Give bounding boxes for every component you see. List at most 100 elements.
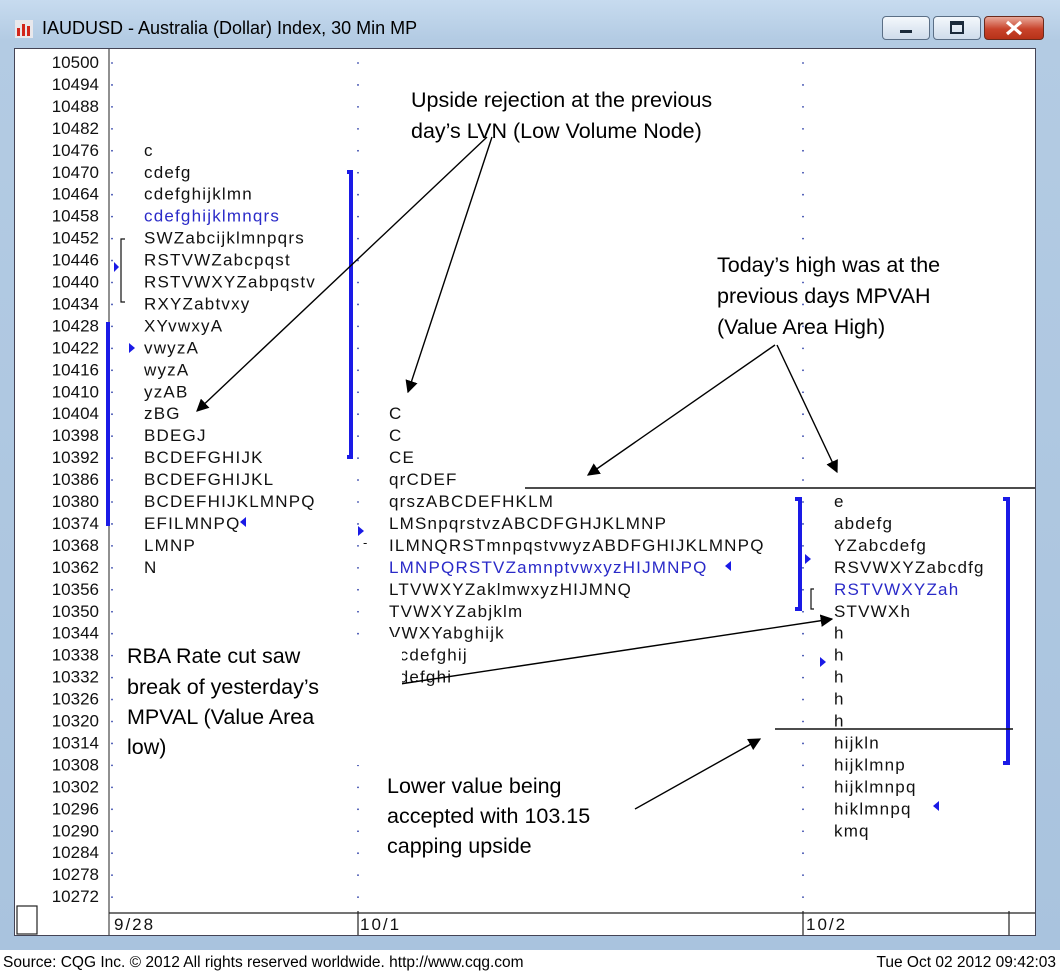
close-icon	[1005, 20, 1023, 36]
price-label: 10494	[52, 75, 99, 94]
tpo-row: LMSnpqrstvzABCDFGHJKLMNP	[389, 514, 667, 533]
price-label: 10374	[52, 514, 99, 533]
tpo-row: h	[834, 712, 845, 731]
price-label: 10404	[52, 404, 99, 423]
price-label: 10482	[52, 119, 99, 138]
axis-corner-box	[16, 905, 38, 935]
svg-text:Lower value being: Lower value being	[387, 774, 562, 798]
minimize-icon	[900, 30, 912, 33]
tpo-row: BCDEFHIJKLMNPQ	[144, 492, 316, 511]
svg-text:MPVAL (Value Area: MPVAL (Value Area	[127, 705, 314, 729]
tpo-row: h	[834, 690, 845, 709]
window-title: IAUDUSD - Australia (Dollar) Index, 30 M…	[42, 18, 418, 38]
price-label: 10392	[52, 448, 99, 467]
tpo-row: qrszABCDEFHKLM	[389, 492, 554, 511]
price-label: 10434	[52, 294, 99, 313]
tpo-row: yzAB	[144, 382, 188, 401]
price-label: 10272	[52, 887, 99, 906]
price-label: 10500	[52, 53, 99, 72]
tpo-row: h	[834, 646, 845, 665]
tpo-row: qrCDEF	[389, 470, 458, 489]
tpo-row: vwyzA	[144, 338, 199, 357]
price-label: 10290	[52, 821, 99, 840]
price-label: 10332	[52, 668, 99, 687]
annotation-lower-value: Lower value being accepted with 103.15 c…	[387, 774, 590, 858]
tpo-row: SWZabcijklmnpqrs	[144, 229, 305, 248]
price-label: 10380	[52, 492, 99, 511]
close-button[interactable]	[984, 16, 1044, 40]
tpo-row: LTVWXYZaklmwxyzHIJMNQ	[389, 580, 632, 599]
tpo-row-poc: LMNPQRSTVZamnptvwxyzHIJMNPQ	[389, 558, 708, 577]
tpo-row: YZabcdefg	[834, 536, 927, 555]
tpo-row: N	[144, 558, 157, 577]
footer-source: Source: CQG Inc. © 2012 All rights reser…	[3, 954, 524, 971]
price-label: 10320	[52, 712, 99, 731]
tpo-row-poc: cdefghijklmnqrs	[144, 207, 280, 226]
tpo-row: LMNP	[144, 536, 196, 555]
price-label: 10296	[52, 799, 99, 818]
chart-app-icon	[15, 20, 33, 38]
annotation-upside-rejection: Upside rejection at the previous day’s L…	[411, 88, 712, 143]
svg-text:-: -	[363, 535, 367, 550]
tpo-row: cdefg	[144, 163, 192, 182]
price-label: 10326	[52, 690, 99, 709]
price-label: 10362	[52, 558, 99, 577]
price-label: 10368	[52, 536, 99, 555]
price-label: 10452	[52, 229, 99, 248]
svg-text:Today’s high was at the: Today’s high was at the	[717, 253, 940, 277]
price-label: 10302	[52, 777, 99, 796]
price-label: 10422	[52, 338, 99, 357]
price-label: 10440	[52, 273, 99, 292]
price-label: 10350	[52, 602, 99, 621]
tpo-row: EFILMNPQ	[144, 514, 241, 533]
svg-text:day’s LVN (Low Volume Node): day’s LVN (Low Volume Node)	[411, 119, 702, 143]
price-label: 10308	[52, 755, 99, 774]
tpo-row: RSVWXYZabcdfg	[834, 558, 985, 577]
maximize-button[interactable]	[933, 16, 981, 40]
tpo-row: hijklmnpq	[834, 777, 917, 796]
market-profile-chart[interactable]: 10500 10494 10488 10482 10476 10470 10464 10458…	[14, 48, 1036, 936]
price-label: 10338	[52, 646, 99, 665]
price-label: 10386	[52, 470, 99, 489]
price-label: 10398	[52, 426, 99, 445]
maximize-icon	[950, 21, 964, 34]
session-date-label: 10/2	[806, 915, 847, 934]
svg-text:(Value Area High): (Value Area High)	[717, 315, 885, 339]
tpo-canvas: 10500 10494 10488 10482 10476 10470 10464 10458…	[16, 49, 1035, 935]
app-window: IAUDUSD - Australia (Dollar) Index, 30 M…	[0, 0, 1060, 950]
price-label: 10428	[52, 316, 99, 335]
price-label: 10284	[52, 843, 99, 862]
price-label: 10458	[52, 207, 99, 226]
tpo-row: RXYZabtvxy	[144, 294, 250, 313]
price-label: 10464	[52, 185, 99, 204]
minimize-button[interactable]	[882, 16, 930, 40]
tpo-row: BDEGJ	[144, 426, 207, 445]
tpo-row: XYvwxyA	[144, 316, 223, 335]
tpo-row: e	[834, 492, 845, 511]
svg-text:RBA Rate cut saw: RBA Rate cut saw	[127, 644, 301, 668]
session-date-label: 9/28	[114, 915, 155, 934]
svg-text:capping upside: capping upside	[387, 834, 532, 858]
tpo-row: BCDEFGHIJKL	[144, 470, 274, 489]
price-label: 10446	[52, 251, 99, 270]
tpo-row: h	[834, 668, 845, 687]
tpo-row: zBG	[144, 404, 181, 423]
price-label: 10488	[52, 97, 99, 116]
tpo-row: ILMNQRSTmnpqstvwyzABDFGHIJKLMNPQ	[389, 536, 765, 555]
tpo-row: C	[389, 426, 402, 445]
tpo-row: RSTVWXYZabpqstv	[144, 273, 316, 292]
tpo-row: C	[389, 404, 402, 423]
price-axis: 10500 10494 10488 10482 10476 10470 10464 10458…	[52, 53, 99, 906]
tpo-row: hiklmnpq	[834, 799, 912, 818]
price-label: 10410	[52, 382, 99, 401]
price-label: 10416	[52, 360, 99, 379]
price-label: 10470	[52, 163, 99, 182]
tpo-row: TVWXYZabjklm	[389, 602, 523, 621]
tpo-row: c	[144, 141, 154, 160]
annotation-rba-cut: RBA Rate cut saw break of yesterday’s MP…	[120, 637, 402, 765]
svg-text:low): low)	[127, 735, 166, 759]
tpo-row: abdefg	[834, 514, 893, 533]
tpo-row: STVWXh	[834, 602, 911, 621]
tpo-row: CE	[389, 448, 415, 467]
title-bar[interactable]: IAUDUSD - Australia (Dollar) Index, 30 M…	[0, 0, 1060, 46]
